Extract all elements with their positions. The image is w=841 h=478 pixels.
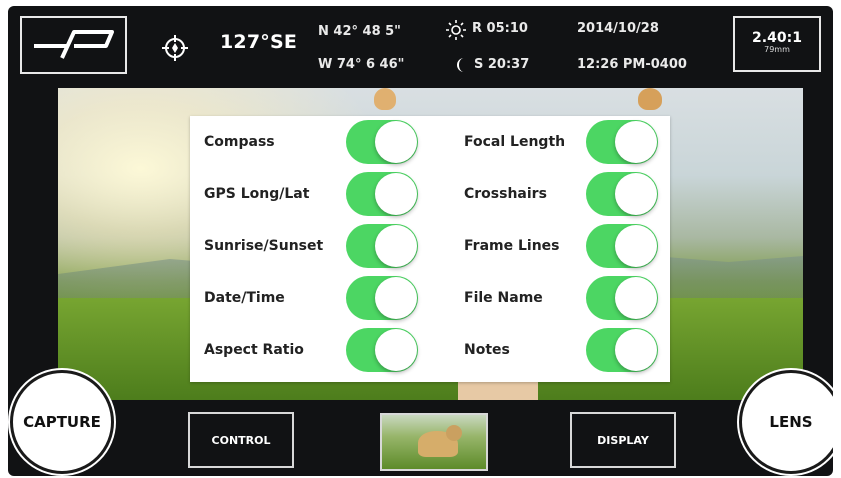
lens-label: LENS: [769, 413, 813, 431]
control-button[interactable]: CONTROL: [188, 412, 294, 468]
toggle-sunrise-sunset[interactable]: [346, 224, 418, 268]
control-label: CONTROL: [211, 433, 271, 447]
viewfinder-hand-left: [374, 88, 396, 110]
compass-icon: [162, 35, 188, 61]
display-button[interactable]: DISPLAY: [570, 412, 676, 468]
toggle-file-name[interactable]: [586, 276, 658, 320]
setting-label-focal-length: Focal Length: [464, 134, 566, 150]
date-display: 2014/10/28: [577, 21, 659, 36]
gps-latitude: N 42° 48 5": [318, 24, 401, 39]
moon-icon: [457, 58, 464, 72]
last-photo-thumbnail[interactable]: [380, 413, 488, 471]
toggle-knob: [375, 225, 417, 267]
toggle-knob: [615, 277, 657, 319]
setting-label-crosshairs: Crosshairs: [464, 186, 547, 202]
capture-button[interactable]: CAPTURE: [10, 370, 114, 474]
focal-length-value: 79mm: [764, 45, 790, 54]
setting-label-file-name: File Name: [464, 290, 543, 306]
app-logo[interactable]: [20, 16, 127, 74]
setting-label-compass: Compass: [204, 134, 275, 150]
toggle-knob: [615, 329, 657, 371]
sun-icon: [446, 20, 466, 40]
toggle-gps[interactable]: [346, 172, 418, 216]
toggle-knob: [375, 173, 417, 215]
time-display: 12:26 PM-0400: [577, 57, 687, 72]
overlay-settings-panel: Compass GPS Long/Lat Sunrise/Sunset Date…: [190, 116, 670, 382]
setting-label-date-time: Date/Time: [204, 290, 285, 306]
setting-label-notes: Notes: [464, 342, 510, 358]
capture-label: CAPTURE: [23, 413, 101, 431]
toggle-knob: [615, 225, 657, 267]
setting-label-gps: GPS Long/Lat: [204, 186, 310, 202]
aspect-ratio-button[interactable]: 2.40:1 79mm: [733, 16, 821, 72]
app-screen: 127°SE N 42° 48 5" W 74° 6 46" R 05:10 S…: [8, 6, 833, 476]
lens-button[interactable]: LENS: [739, 370, 833, 474]
toggle-knob: [615, 173, 657, 215]
toggle-frame-lines[interactable]: [586, 224, 658, 268]
display-label: DISPLAY: [597, 433, 649, 447]
toggle-notes[interactable]: [586, 328, 658, 372]
sunset-time: S 20:37: [474, 57, 530, 72]
setting-label-frame-lines: Frame Lines: [464, 238, 560, 254]
toggle-focal-length[interactable]: [586, 120, 658, 164]
aspect-ratio-value: 2.40:1: [752, 30, 802, 46]
sunrise-time: R 05:10: [472, 21, 528, 36]
thumbnail-dog-head: [446, 425, 462, 441]
logo-mark-icon: [34, 30, 114, 59]
toggle-knob: [615, 121, 657, 163]
toggle-knob: [375, 121, 417, 163]
setting-label-sunrise-sunset: Sunrise/Sunset: [204, 238, 324, 254]
toggle-compass[interactable]: [346, 120, 418, 164]
toggle-aspect-ratio[interactable]: [346, 328, 418, 372]
toggle-knob: [375, 277, 417, 319]
gps-longitude: W 74° 6 46": [318, 57, 405, 72]
toggle-date-time[interactable]: [346, 276, 418, 320]
viewfinder-hand-right: [638, 88, 662, 110]
compass-heading: 127°SE: [220, 31, 298, 53]
toggle-knob: [375, 329, 417, 371]
toggle-crosshairs[interactable]: [586, 172, 658, 216]
setting-label-aspect-ratio: Aspect Ratio: [204, 342, 304, 358]
